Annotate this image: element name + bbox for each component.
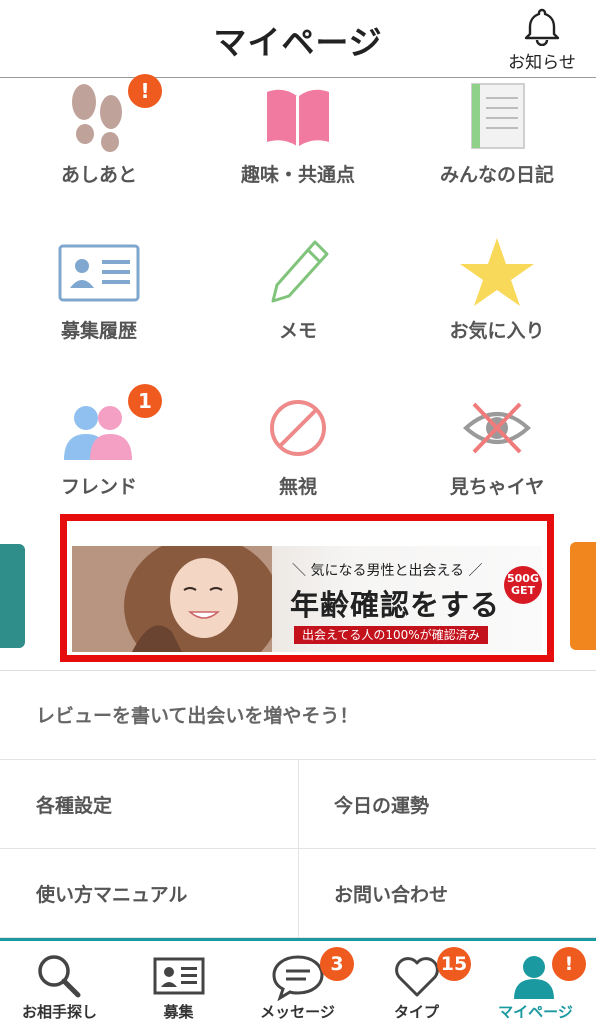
menu-label: 今日の運勢 (334, 795, 430, 817)
open-book-icon (267, 89, 329, 146)
banner-image[interactable]: ＼ 気になる男性と出会える ／ 年齢確認をする 出会えてる人の100%が確認済み… (72, 546, 542, 652)
review-prompt-text: レビューを書いて出会いを増やそう！ (36, 705, 359, 727)
tab-messages[interactable]: 3 メッセージ (238, 941, 357, 1024)
tab-label: 募集 (163, 1003, 194, 1021)
footprints-badge: ! (128, 74, 162, 108)
gold-reward-badge: 500G GET (504, 566, 542, 604)
star-icon (460, 238, 534, 306)
grid-item-label: 募集履歴 (60, 320, 137, 342)
notice-button[interactable]: お知らせ (502, 6, 582, 73)
tab-type[interactable]: 15 タイプ (357, 941, 476, 1024)
menu-divider (298, 760, 299, 938)
menu-settings[interactable]: 各種設定 (0, 760, 298, 849)
header: マイページ お知らせ (0, 0, 596, 78)
gold-label: GET (510, 584, 536, 597)
grid-item-hide-from[interactable]: 見ちゃイヤ (398, 392, 596, 532)
grid-item-label: みんなの日記 (439, 164, 554, 186)
review-prompt-row[interactable]: レビューを書いて出会いを増やそう！ (0, 670, 596, 760)
banner-headline: 年齢確認をする (290, 588, 501, 622)
banner-subtext: 出会えてる人の100%が確認済み (294, 626, 488, 644)
type-badge: 15 (437, 947, 471, 981)
grid-item-hobbies[interactable]: 趣味・共通点 (199, 80, 397, 220)
bottom-tab-bar: お相手探し 募集 3 メッセージ 15 タイプ ! マイページ (0, 938, 596, 1024)
grid-item-recruit-history[interactable]: 募集履歴 (0, 236, 198, 376)
grid-item-footprints[interactable]: ! あしあと (0, 74, 198, 220)
grid-item-favorites[interactable]: お気に入り (398, 236, 596, 376)
tab-label: メッセージ (260, 1003, 335, 1021)
next-banner-peek[interactable] (570, 542, 596, 650)
menu-fortune[interactable]: 今日の運勢 (298, 760, 596, 849)
age-verification-banner[interactable]: ＼ 気になる男性と出会える ／ 年齢確認をする 出会えてる人の100%が確認済み… (60, 514, 554, 662)
grid-item-label: メモ (278, 320, 317, 342)
prohibited-icon (270, 400, 326, 456)
id-card-icon (153, 957, 204, 995)
notebook-icon (471, 83, 525, 149)
tab-label: タイプ (393, 1003, 439, 1021)
crossed-eye-icon (463, 402, 531, 454)
grid-item-diary[interactable]: みんなの日記 (398, 80, 596, 220)
messages-badge: 3 (320, 947, 354, 981)
grid-item-label: お気に入り (449, 320, 545, 342)
prev-banner-peek[interactable] (0, 544, 25, 648)
tab-label: マイページ (498, 1003, 573, 1021)
grid-item-label: 趣味・共通点 (240, 164, 355, 186)
menu-manual[interactable]: 使い方マニュアル (0, 849, 298, 938)
menu-contact[interactable]: お問い合わせ (298, 849, 596, 938)
banner-carousel: ＼ 気になる男性と出会える ／ 年齢確認をする 出会えてる人の100%が確認済み… (0, 512, 596, 662)
bell-icon (524, 8, 560, 46)
grid-item-friends[interactable]: 1 フレンド (0, 384, 198, 532)
tab-label: お相手探し (21, 1003, 97, 1021)
grid-item-label: 見ちゃイヤ (449, 476, 545, 498)
mypage-badge: ! (552, 947, 586, 981)
grid-item-label: あしあと (60, 164, 137, 186)
banner-tagline: ＼ 気になる男性と出会える ／ (292, 563, 483, 579)
grid-item-ignore[interactable]: 無視 (199, 392, 397, 532)
menu-label: お問い合わせ (334, 884, 449, 906)
id-card-icon (58, 244, 140, 302)
heart-icon (394, 957, 439, 997)
grid-item-label: フレンド (60, 476, 137, 498)
tab-recruit[interactable]: 募集 (119, 941, 238, 1024)
search-icon (37, 955, 80, 998)
chat-bubble-icon (271, 955, 324, 1001)
menu-label: 使い方マニュアル (36, 884, 188, 906)
friends-badge: 1 (128, 384, 162, 418)
grid-item-memo[interactable]: メモ (199, 236, 397, 376)
pencil-icon (271, 240, 329, 303)
grid-item-label: 無視 (278, 476, 317, 498)
tab-search[interactable]: お相手探し (0, 941, 119, 1024)
woman-photo (72, 546, 272, 652)
menu-label: 各種設定 (36, 795, 113, 817)
notice-label: お知らせ (508, 53, 576, 73)
tab-mypage[interactable]: ! マイページ (476, 941, 595, 1024)
